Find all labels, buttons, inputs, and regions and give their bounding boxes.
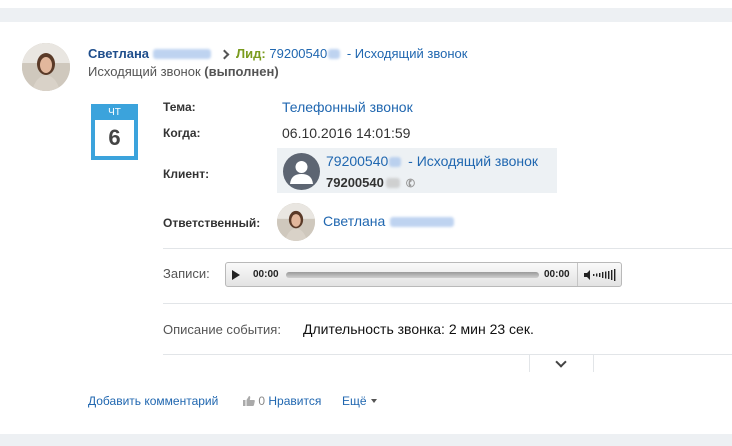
subtitle-text: Исходящий звонок [88,64,205,79]
bottom-separator [0,434,732,446]
top-separator [0,8,732,22]
event-header: Светлана Лид: 79200540 - Исходящий звонок [88,46,467,63]
client-label: Клиент: [163,167,210,181]
responsible-name: Светлана [323,213,386,229]
divider [163,303,732,304]
client-link[interactable]: 79200540 - Исходящий звонок [326,153,538,169]
lead-link[interactable]: 79200540 - Исходящий звонок [269,46,467,61]
client-link-suffix: - Исходящий звонок [404,153,539,169]
play-icon[interactable] [232,270,240,280]
likes-count: 0 [258,394,266,408]
audio-player: 00:00 00:00 [225,262,622,287]
event-subtitle: Исходящий звонок (выполнен) [88,64,279,79]
redacted-digits [328,49,341,59]
calendar-icon: ЧТ 6 [91,104,138,160]
caret-down-icon [370,399,377,403]
redacted-digits [389,157,402,167]
more-menu[interactable]: Ещё [342,394,377,408]
add-comment-link[interactable]: Добавить комментарий [88,394,218,408]
phone-icon[interactable]: ✆ [404,176,417,191]
lead-number: 79200540 [269,46,328,61]
seek-track[interactable] [286,272,539,278]
more-label: Ещё [342,394,367,408]
client-link-number: 79200540 [326,153,389,169]
time-current: 00:00 [253,269,279,280]
author-name-link[interactable]: Светлана [88,46,149,61]
divider [163,354,732,355]
subtitle-status: (выполнен) [204,64,279,79]
calendar-day: 6 [95,120,134,156]
lead-suffix: - Исходящий звонок [343,46,468,61]
redacted-surname [153,49,212,59]
chevron-down-icon [555,356,567,368]
expand-button[interactable] [529,354,594,372]
like-control: 0 Нравится [243,394,321,408]
responsible-avatar[interactable] [277,203,315,241]
calendar-weekday: ЧТ [108,107,121,118]
like-link[interactable]: Нравится [268,394,321,408]
author-avatar[interactable] [22,43,70,91]
divider [163,248,732,249]
volume-icon[interactable] [584,269,618,281]
topic-link[interactable]: Телефонный звонок [282,99,413,115]
when-label: Когда: [163,126,201,140]
client-phone: 79200540 ✆ [326,175,417,191]
client-phone-number: 79200540 [326,175,384,190]
recording-label: Записи: [163,266,210,281]
description-label: Описание события: [163,322,281,337]
chevron-right-icon [219,49,230,60]
thumb-up-icon [243,396,255,406]
responsible-name-link[interactable]: Светлана [323,213,455,229]
topic-label: Тема: [163,100,196,114]
when-value: 06.10.2016 14:01:59 [282,125,411,141]
player-separator [577,263,578,286]
redacted-surname [390,217,455,227]
redacted-digits [385,178,400,188]
client-person-icon [283,153,320,190]
description-value: Длительность звонка: 2 мин 23 сек. [303,321,534,337]
time-total: 00:00 [544,269,570,280]
client-card: 79200540 - Исходящий звонок 79200540 ✆ [277,148,557,193]
lead-label: Лид: [236,46,266,61]
responsible-label: Ответственный: [163,216,261,230]
